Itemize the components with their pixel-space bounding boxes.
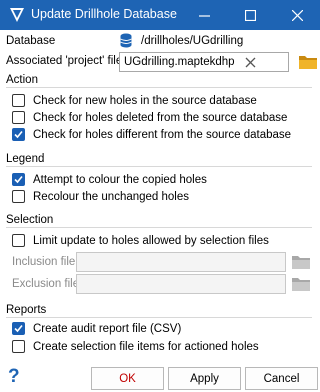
inclusion-file-label: Inclusion file xyxy=(12,256,76,268)
checkbox-label: Check for holes different from the sourc… xyxy=(33,128,292,141)
reports-section-title: Reports xyxy=(6,304,47,316)
audit-report-option[interactable]: Create audit report file (CSV) xyxy=(12,322,181,335)
checkbox[interactable] xyxy=(12,128,25,141)
ok-button[interactable]: OK xyxy=(91,367,164,390)
action-divider xyxy=(6,87,312,88)
check-new-holes-option[interactable]: Check for new holes in the source databa… xyxy=(12,94,257,107)
maximize-icon xyxy=(244,9,256,21)
title-bar: Update Drillhole Database xyxy=(0,0,320,30)
action-section-title: Action xyxy=(6,74,38,86)
help-icon[interactable]: ? xyxy=(8,366,20,388)
project-file-value: UGdrilling.maptekdhp xyxy=(124,56,235,68)
recolour-unchanged-option[interactable]: Recolour the unchanged holes xyxy=(12,190,189,203)
inclusion-file-field[interactable] xyxy=(76,252,286,272)
reports-divider xyxy=(6,317,312,318)
checkbox-label: Recolour the unchanged holes xyxy=(33,190,190,203)
folder-icon[interactable] xyxy=(298,53,318,71)
app-icon xyxy=(10,8,24,22)
checkbox-label: Check for new holes in the source databa… xyxy=(33,94,257,107)
checkbox-label: Check for holes deleted from the source … xyxy=(33,111,288,124)
checkbox[interactable] xyxy=(12,322,25,335)
check-deleted-holes-option[interactable]: Check for holes deleted from the source … xyxy=(12,111,287,124)
exclusion-file-field[interactable] xyxy=(76,274,286,294)
selection-section-title: Selection xyxy=(6,214,54,226)
close-button[interactable] xyxy=(274,0,320,30)
colour-copied-holes-option[interactable]: Attempt to colour the copied holes xyxy=(12,173,207,186)
checkbox[interactable] xyxy=(12,111,25,124)
checkbox[interactable] xyxy=(12,190,25,203)
project-file-label: Associated 'project' file xyxy=(6,55,123,67)
check-different-holes-option[interactable]: Check for holes different from the sourc… xyxy=(12,128,291,141)
minimize-icon xyxy=(198,14,210,17)
folder-icon[interactable] xyxy=(291,253,311,271)
checkbox-label: Create selection file items for actioned… xyxy=(33,340,259,353)
checkbox[interactable] xyxy=(12,340,25,353)
selection-divider xyxy=(6,227,312,228)
database-path[interactable]: /drillholes/UGdrilling xyxy=(141,35,243,47)
project-file-field[interactable]: UGdrilling.maptekdhp xyxy=(119,52,289,72)
database-label: Database xyxy=(6,35,56,47)
limit-update-option[interactable]: Limit update to holes allowed by selecti… xyxy=(12,234,269,247)
checkbox-label: Attempt to colour the copied holes xyxy=(33,173,207,186)
maximize-button[interactable] xyxy=(227,0,273,30)
database-icon xyxy=(120,33,132,48)
checkbox[interactable] xyxy=(12,94,25,107)
checkbox[interactable] xyxy=(12,173,25,186)
folder-icon[interactable] xyxy=(291,275,311,293)
cancel-button[interactable]: Cancel xyxy=(245,367,318,390)
legend-section-title: Legend xyxy=(6,153,45,165)
legend-divider xyxy=(6,166,312,167)
close-icon xyxy=(291,9,303,21)
clear-icon[interactable] xyxy=(245,57,256,68)
apply-button[interactable]: Apply xyxy=(168,367,241,390)
minimize-button[interactable] xyxy=(181,0,227,30)
selection-items-option[interactable]: Create selection file items for actioned… xyxy=(12,340,259,353)
window-title: Update Drillhole Database xyxy=(31,7,177,21)
checkbox-label: Create audit report file (CSV) xyxy=(33,322,182,335)
exclusion-file-label: Exclusion file xyxy=(12,278,80,290)
checkbox[interactable] xyxy=(12,234,25,247)
checkbox-label: Limit update to holes allowed by selecti… xyxy=(33,234,269,247)
